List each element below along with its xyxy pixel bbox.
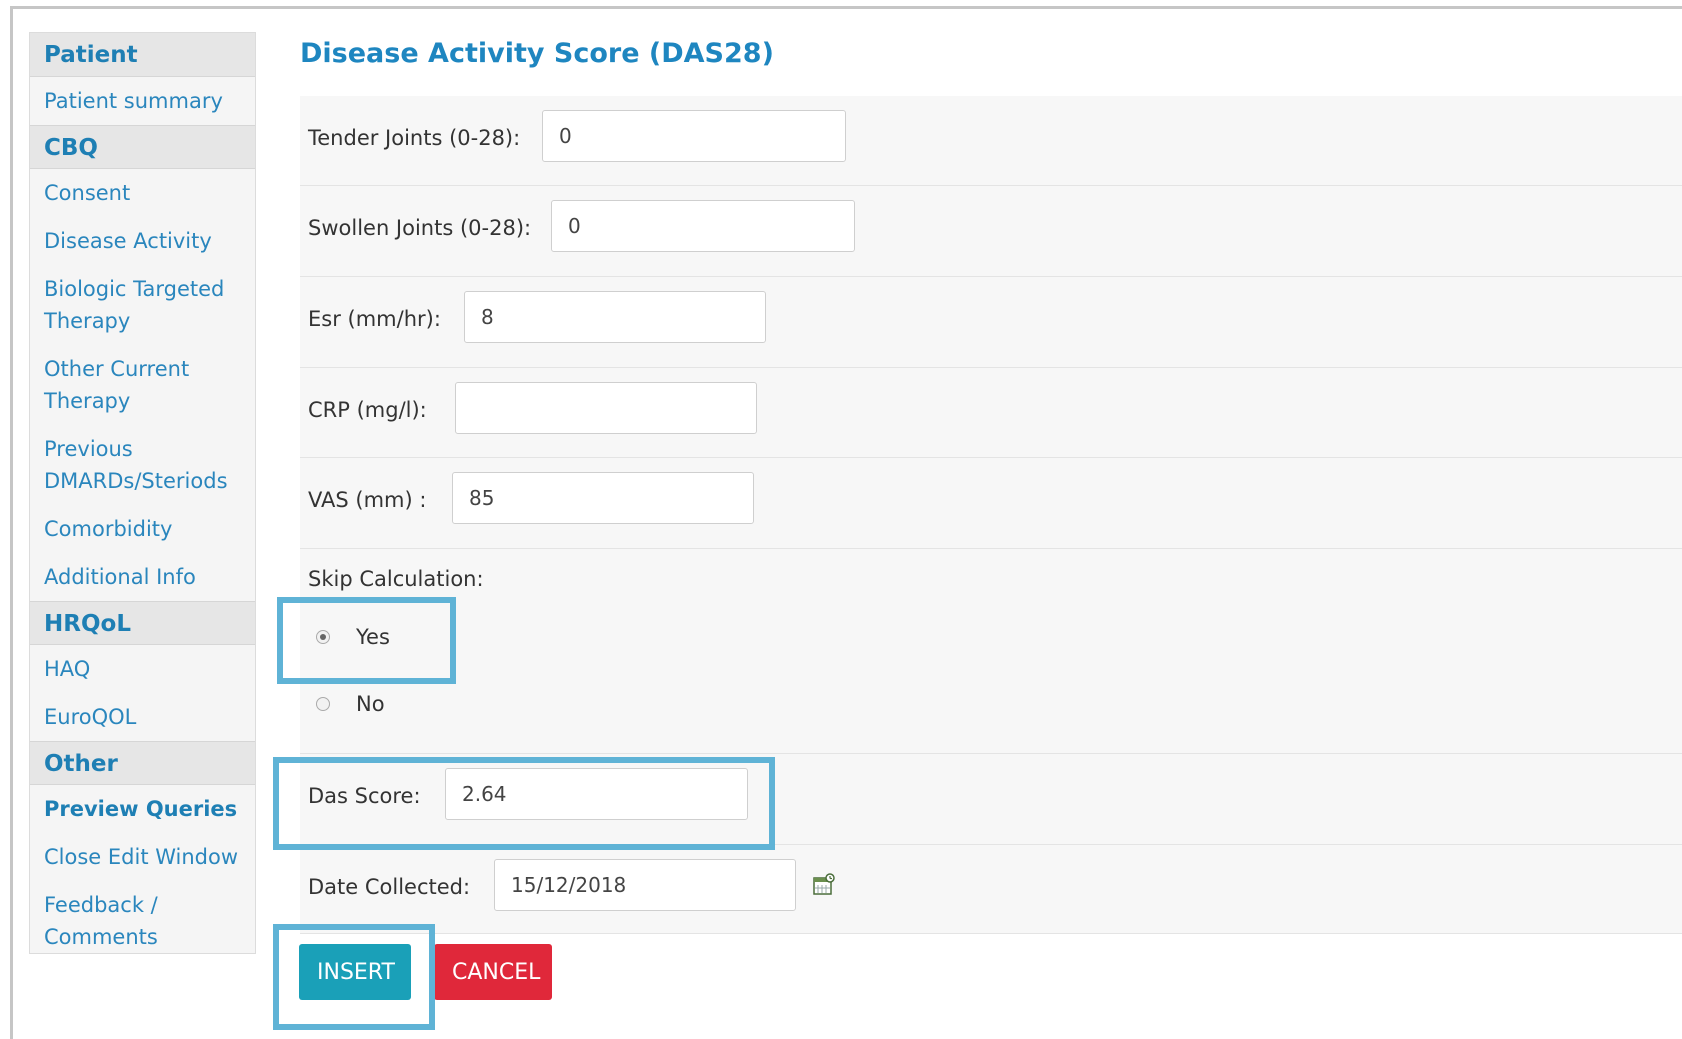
sidebar-item-patient-summary[interactable]: Patient summary: [30, 77, 255, 125]
highlight-insert-button: [273, 924, 435, 1030]
sidebar-header-patient: Patient: [30, 33, 255, 77]
sidebar-header-hrqol: HRQoL: [30, 601, 255, 645]
sidebar-nav: Patient Patient summary CBQ Consent Dise…: [29, 32, 256, 954]
sidebar-item-close-edit-window[interactable]: Close Edit Window: [30, 833, 255, 881]
crp-input[interactable]: [455, 382, 757, 434]
sidebar-item-additional-info[interactable]: Additional Info: [30, 553, 255, 601]
date-collected-row: Date Collected:: [300, 845, 1682, 934]
skip-calculation-row: Skip Calculation: Yes No: [300, 549, 1682, 754]
page-title: Disease Activity Score (DAS28): [300, 38, 774, 69]
skip-no-option[interactable]: No: [316, 692, 385, 716]
sidebar-item-other-current-therapy[interactable]: Other Current Therapy: [30, 345, 255, 425]
sidebar-item-comorbidity[interactable]: Comorbidity: [30, 505, 255, 553]
swollen-joints-label: Swollen Joints (0-28):: [308, 216, 532, 240]
sidebar-header-cbq: CBQ: [30, 125, 255, 169]
swollen-joints-row: Swollen Joints (0-28):: [300, 186, 1682, 277]
sidebar-item-euroqol[interactable]: EuroQOL: [30, 693, 255, 741]
highlight-skip-yes: [277, 597, 456, 684]
date-collected-input[interactable]: [494, 859, 796, 911]
crp-row: CRP (mg/l):: [300, 368, 1682, 458]
sidebar-item-haq[interactable]: HAQ: [30, 645, 255, 693]
vas-label: VAS (mm) :: [308, 488, 427, 512]
tender-joints-row: Tender Joints (0-28):: [300, 96, 1682, 186]
vas-input[interactable]: [452, 472, 754, 524]
esr-input[interactable]: [464, 291, 766, 343]
crp-label: CRP (mg/l):: [308, 398, 427, 422]
esr-label: Esr (mm/hr):: [308, 307, 441, 331]
tender-joints-label: Tender Joints (0-28):: [308, 126, 521, 150]
esr-row: Esr (mm/hr):: [300, 277, 1682, 368]
calendar-icon[interactable]: [812, 873, 836, 897]
sidebar-item-biologic-targeted-therapy[interactable]: Biologic Targeted Therapy: [30, 265, 255, 345]
sidebar-item-previous-dmards[interactable]: Previous DMARDs/Steriods: [30, 425, 255, 505]
date-collected-label: Date Collected:: [308, 875, 471, 899]
tender-joints-input[interactable]: [542, 110, 846, 162]
skip-no-label: No: [356, 692, 385, 716]
cancel-button[interactable]: CANCEL: [434, 944, 552, 1000]
highlight-das-score: [273, 757, 775, 850]
sidebar-item-preview-queries[interactable]: Preview Queries: [30, 785, 255, 833]
skip-calculation-label: Skip Calculation:: [308, 567, 484, 591]
sidebar-item-feedback-comments[interactable]: Feedback / Comments: [30, 881, 255, 961]
swollen-joints-input[interactable]: [551, 200, 855, 252]
vas-row: VAS (mm) :: [300, 458, 1682, 549]
skip-no-radio[interactable]: [316, 697, 330, 711]
sidebar-item-disease-activity[interactable]: Disease Activity: [30, 217, 255, 265]
sidebar-item-consent[interactable]: Consent: [30, 169, 255, 217]
sidebar-header-other: Other: [30, 741, 255, 785]
